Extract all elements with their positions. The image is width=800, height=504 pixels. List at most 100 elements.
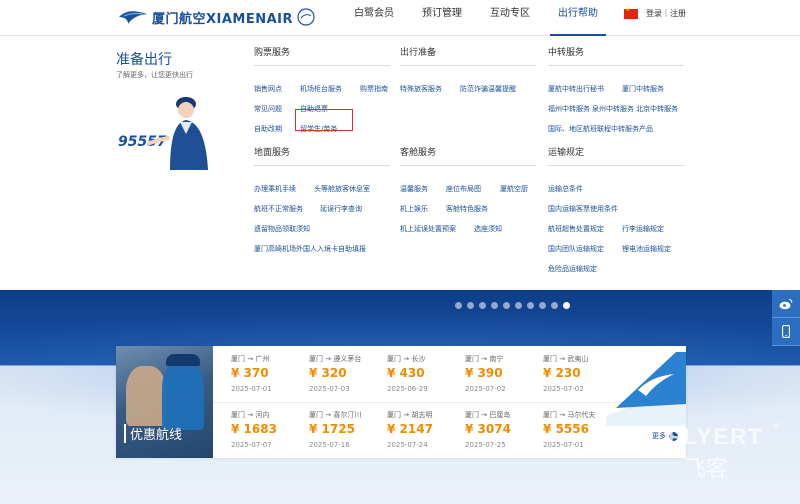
carousel-dot[interactable] xyxy=(491,302,498,309)
section-cabin: 客舱服务 温馨服务 座位布局图 厦航空厨 机上娱乐 客舱特色服务 机上延误处置预… xyxy=(400,146,536,233)
link-checkin[interactable]: 办理乘机手续 xyxy=(254,184,296,194)
link-intl-transfer[interactable]: 国际、地区航班联程中转服务产品 xyxy=(548,124,653,134)
deal-price: ¥ 320 xyxy=(309,366,347,380)
link-sales-outlets[interactable]: 销售网点 xyxy=(254,84,282,94)
carousel-dot[interactable] xyxy=(455,302,462,309)
deals-label: 优惠航线 xyxy=(124,424,182,443)
deal-price: ¥ 5556 xyxy=(543,422,589,436)
link-anti-fraud[interactable]: 防范诈骗温馨提醒 xyxy=(460,84,516,94)
link-warm-service[interactable]: 温馨服务 xyxy=(400,184,428,194)
link-dangerous-goods[interactable]: 危险品运输规定 xyxy=(548,264,597,274)
section-title: 出行准备 xyxy=(400,46,536,66)
deal-price: ¥ 230 xyxy=(543,366,581,380)
carousel-dot[interactable] xyxy=(551,302,558,309)
link-airport-counter[interactable]: 机场柜台服务 xyxy=(300,84,342,94)
carousel-dot[interactable] xyxy=(479,302,486,309)
hero-banner: 优惠航线 厦门 → 广州 ¥ 370 2025-07-01 厦门 → 遵义茅台 ¥ 32… xyxy=(0,290,800,504)
deal-route: 厦门 → 长沙 xyxy=(387,355,426,363)
deal-card[interactable]: 厦门 → 胡志明 ¥ 2147 2025-07-24 xyxy=(369,402,447,458)
top-header: 厦门航空XIAMENAIR 白鹭会员 预订管理 互动专区 出行帮助 登录｜注册 xyxy=(0,0,800,36)
link-delayed-baggage[interactable]: 延误行李查询 xyxy=(320,204,362,214)
mobile-icon[interactable] xyxy=(772,318,800,346)
deal-price: ¥ 370 xyxy=(231,366,269,380)
link-purchase-guide[interactable]: 购票指南 xyxy=(360,84,388,94)
link-seat-map[interactable]: 座位布局图 xyxy=(446,184,481,194)
deal-price: ¥ 3074 xyxy=(465,422,511,436)
link-special-passenger[interactable]: 特殊旅客服务 xyxy=(400,84,442,94)
link-delay-plan[interactable]: 机上延误处置预案 xyxy=(400,224,456,234)
nav-interactive[interactable]: 互动专区 xyxy=(476,0,544,36)
header-right: 登录｜注册 xyxy=(624,6,686,19)
link-general-conditions[interactable]: 运输总条件 xyxy=(548,184,583,194)
link-irregular-flight[interactable]: 航班不正常服务 xyxy=(254,204,303,214)
link-xiamen-transfer[interactable]: 厦门中转服务 xyxy=(622,84,664,94)
link-cabin-special[interactable]: 客舱特色服务 xyxy=(446,204,488,214)
skyteam-seal-icon xyxy=(297,8,315,26)
weibo-icon[interactable] xyxy=(772,290,800,318)
link-group-rules[interactable]: 国内团队运输规定 xyxy=(548,244,604,254)
link-beijing-transfer[interactable]: 北京中转服务 xyxy=(636,104,678,114)
link-arrival-card[interactable]: 厦门高崎机场外国人入境卡自助填报 xyxy=(254,244,366,254)
deal-card[interactable]: 厦门 → 巴厘岛 ¥ 3074 2025-07-25 xyxy=(447,402,525,458)
link-catering[interactable]: 厦航空厨 xyxy=(500,184,528,194)
deal-route: 厦门 → 胡志明 xyxy=(387,411,433,419)
section-transport: 运输规定 运输总条件 国内运输客票使用条件 航班超售处置规定 行李运输规定 国内… xyxy=(548,146,684,273)
deal-route: 厦门 → 遵义茅台 xyxy=(309,355,362,363)
section-transfer: 中转服务 厦航中转出行秘书 厦门中转服务 福州中转服务 泉州中转服务 北京中转服… xyxy=(548,46,684,133)
section-title: 客舱服务 xyxy=(400,146,536,166)
deal-card[interactable]: 厦门 → 武夷山 ¥ 230 2025-07-02 xyxy=(525,346,603,402)
nav-travel-help[interactable]: 出行帮助 xyxy=(544,0,612,36)
link-self-change[interactable]: 自助改期 xyxy=(254,124,282,134)
carousel-dot[interactable] xyxy=(527,302,534,309)
link-lost-items[interactable]: 遗留物品领取须知 xyxy=(254,224,310,234)
deals-photo: 优惠航线 xyxy=(116,346,213,458)
carousel-dots xyxy=(455,302,570,309)
main-nav: 白鹭会员 预订管理 互动专区 出行帮助 xyxy=(340,0,612,36)
deal-price: ¥ 2147 xyxy=(387,422,433,436)
link-entertainment[interactable]: 机上娱乐 xyxy=(400,204,428,214)
deal-card[interactable]: 厦门 → 喜尔汀川 ¥ 1725 2025-07-16 xyxy=(291,402,369,458)
carousel-dot[interactable] xyxy=(503,302,510,309)
deal-date: 2025-07-01 xyxy=(543,441,584,449)
carousel-dot[interactable] xyxy=(563,302,570,309)
deal-date: 2025-07-25 xyxy=(465,441,506,449)
deal-date: 2025-07-24 xyxy=(387,441,428,449)
link-lithium-battery[interactable]: 锂电池运输规定 xyxy=(622,244,671,254)
login-register-link[interactable]: 登录｜注册 xyxy=(646,8,686,19)
link-quanzhou-transfer[interactable]: 泉州中转服务 xyxy=(592,104,634,114)
link-seat-selection[interactable]: 选座须知 xyxy=(474,224,502,234)
intro-title: 准备出行 xyxy=(116,52,172,68)
deal-card[interactable]: 厦门 → 河内 ¥ 1683 2025-07-07 xyxy=(213,402,291,458)
side-tools xyxy=(772,290,800,346)
nav-booking-manage[interactable]: 预订管理 xyxy=(408,0,476,36)
deal-card[interactable]: 厦门 → 遵义茅台 ¥ 320 2025-07-03 xyxy=(291,346,369,402)
deal-date: 2025-07-02 xyxy=(465,385,506,393)
svg-text:飞客: 飞客 xyxy=(684,457,728,482)
attendant-figure xyxy=(162,360,204,430)
flyert-watermark: FLYERT + 飞客 xyxy=(668,417,780,482)
carousel-dot[interactable] xyxy=(515,302,522,309)
china-flag-icon[interactable] xyxy=(624,6,638,19)
link-first-class-lounge[interactable]: 头等舱旅客休息室 xyxy=(314,184,370,194)
link-overbooking[interactable]: 航班超售处置规定 xyxy=(548,224,604,234)
carousel-dot[interactable] xyxy=(467,302,474,309)
section-title: 中转服务 xyxy=(548,46,684,66)
deal-route: 厦门 → 武夷山 xyxy=(543,355,589,363)
deal-card[interactable]: 厦门 → 马尔代夫 ¥ 5556 2025-07-01 xyxy=(525,402,603,458)
deal-card[interactable]: 厦门 → 广州 ¥ 370 2025-07-01 xyxy=(213,346,291,402)
link-domestic-ticket-conditions[interactable]: 国内运输客票使用条件 xyxy=(548,204,618,214)
nav-member[interactable]: 白鹭会员 xyxy=(340,0,408,36)
link-fuzhou-transfer[interactable]: 福州中转服务 xyxy=(548,104,590,114)
link-faq[interactable]: 常见问题 xyxy=(254,104,282,114)
svg-text:FLYERT: FLYERT xyxy=(668,424,764,449)
deal-card[interactable]: 厦门 → 长沙 ¥ 430 2025-06-29 xyxy=(369,346,447,402)
deal-date: 2025-07-01 xyxy=(231,385,272,393)
link-transfer-secretary[interactable]: 厦航中转出行秘书 xyxy=(548,84,604,94)
deal-route: 厦门 → 巴厘岛 xyxy=(465,411,511,419)
deal-card[interactable]: 厦门 → 南宁 ¥ 390 2025-07-02 xyxy=(447,346,525,402)
flight-attendant-illustration xyxy=(148,97,208,170)
xiamenair-logo[interactable]: 厦门航空XIAMENAIR xyxy=(118,5,315,29)
deal-route: 厦门 → 河内 xyxy=(231,411,270,419)
link-baggage-rules[interactable]: 行李运输规定 xyxy=(622,224,664,234)
carousel-dot[interactable] xyxy=(539,302,546,309)
